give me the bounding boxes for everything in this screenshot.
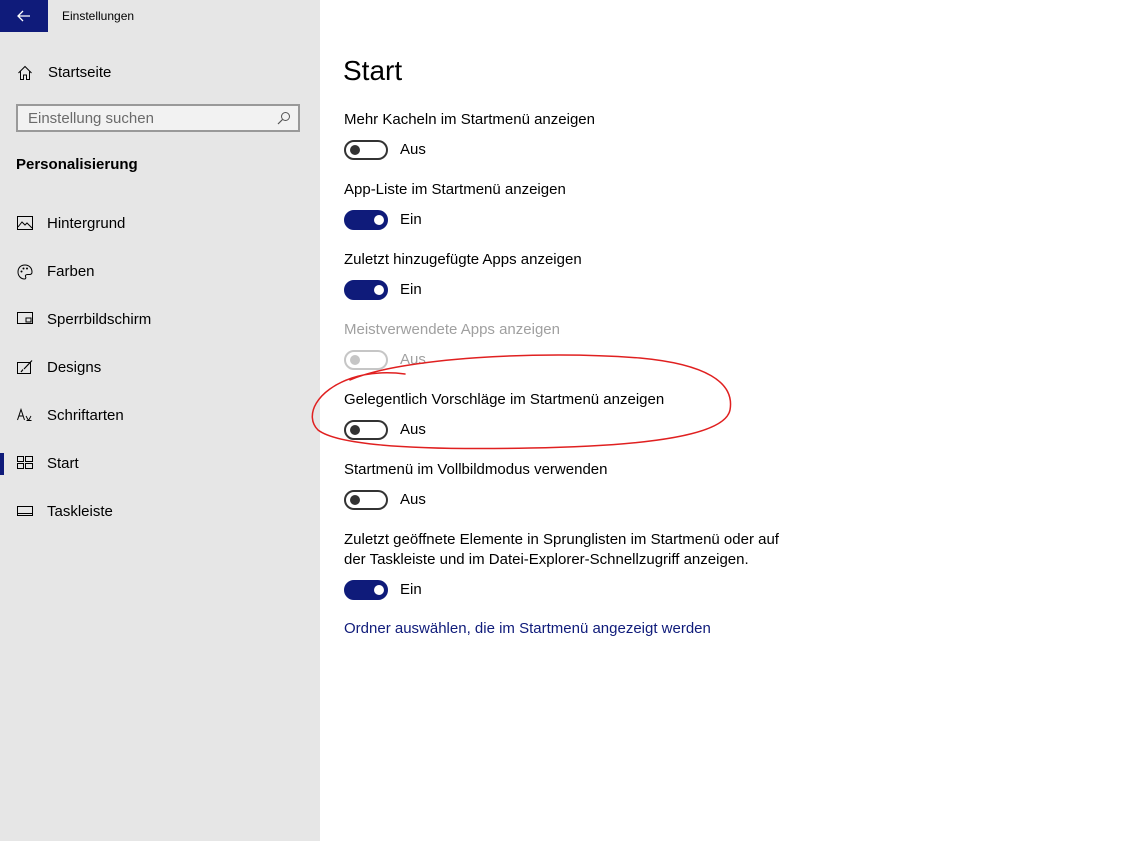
sidebar-item-hintergrund[interactable]: Hintergrund (0, 204, 320, 244)
search-icon[interactable] (277, 111, 291, 130)
toggle-switch[interactable] (344, 140, 388, 160)
setting-label: Zuletzt hinzugefügte Apps anzeigen (344, 251, 582, 268)
home-icon (17, 65, 33, 86)
setting-label: Startmenü im Vollbildmodus verwenden (344, 461, 608, 478)
toggle-state-label: Ein (400, 211, 422, 228)
start-tiles-icon (17, 456, 33, 475)
setting-app-liste: App-Liste im Startmenü anzeigen Ein (344, 180, 804, 232)
fonts-icon (17, 407, 33, 427)
picture-icon (17, 216, 33, 235)
setting-sprunglisten: Zuletzt geöffnete Elemente in Sprunglist… (344, 530, 789, 602)
search-input[interactable] (18, 106, 278, 130)
setting-label: Meistverwendete Apps anzeigen (344, 321, 560, 338)
toggle-switch[interactable] (344, 580, 388, 600)
setting-mehr-kacheln: Mehr Kacheln im Startmenü anzeigen Aus (344, 110, 804, 162)
lock-screen-icon (17, 312, 33, 331)
toggle-switch[interactable] (344, 490, 388, 510)
back-arrow-icon (17, 10, 30, 22)
toggle-knob (350, 495, 360, 505)
toggle-knob (350, 145, 360, 155)
sidebar-item-label: Start (47, 455, 79, 472)
sidebar-item-sperrbildschirm[interactable]: Sperrbildschirm (0, 300, 320, 340)
sidebar-item-home[interactable]: Startseite (0, 56, 320, 90)
back-button[interactable] (0, 0, 48, 32)
taskbar-icon (17, 504, 33, 523)
sidebar-item-label: Schriftarten (47, 407, 124, 424)
sidebar-home-label: Startseite (48, 64, 112, 81)
sidebar-item-designs[interactable]: Designs (0, 348, 320, 388)
choose-folders-link[interactable]: Ordner auswählen, die im Startmenü angez… (344, 620, 711, 637)
sidebar-item-label: Hintergrund (47, 215, 126, 232)
window-title: Einstellungen (62, 9, 135, 23)
sidebar-item-schriftarten[interactable]: Schriftarten (0, 396, 320, 436)
setting-label: Zuletzt geöffnete Elemente in Sprunglist… (344, 531, 779, 568)
toggle-knob (374, 585, 384, 595)
setting-vollbildmodus: Startmenü im Vollbildmodus verwenden Aus (344, 460, 804, 512)
toggle-knob (374, 285, 384, 295)
designs-brush-icon (17, 360, 33, 380)
sidebar-item-taskleiste[interactable]: Taskleiste (0, 492, 320, 532)
sidebar-item-label: Sperrbildschirm (47, 311, 152, 328)
annotation-ellipse (311, 354, 732, 450)
setting-zuletzt-hinzugefuegt: Zuletzt hinzugefügte Apps anzeigen Ein (344, 250, 804, 302)
toggle-knob (374, 215, 384, 225)
sidebar-item-farben[interactable]: Farben (0, 252, 320, 292)
toggle-state-label: Ein (400, 581, 422, 598)
selection-indicator (0, 453, 4, 475)
toggle-state-label: Ein (400, 281, 422, 298)
sidebar-item-label: Taskleiste (47, 503, 113, 520)
page-title: Start (343, 55, 403, 86)
setting-label: App-Liste im Startmenü anzeigen (344, 181, 566, 198)
toggle-state-label: Aus (400, 491, 426, 508)
toggle-state-label: Aus (400, 141, 426, 158)
search-box[interactable] (16, 104, 300, 132)
sidebar-item-label: Farben (47, 263, 95, 280)
toggle-switch[interactable] (344, 280, 388, 300)
setting-label: Mehr Kacheln im Startmenü anzeigen (344, 111, 595, 128)
sidebar-item-label: Designs (47, 359, 102, 376)
palette-icon (17, 264, 33, 285)
sidebar-section-heading: Personalisierung (16, 156, 138, 173)
sidebar-item-start[interactable]: Start (0, 444, 320, 484)
sidebar: Einstellungen Startseite Personalisierun… (0, 0, 320, 841)
toggle-switch[interactable] (344, 210, 388, 230)
